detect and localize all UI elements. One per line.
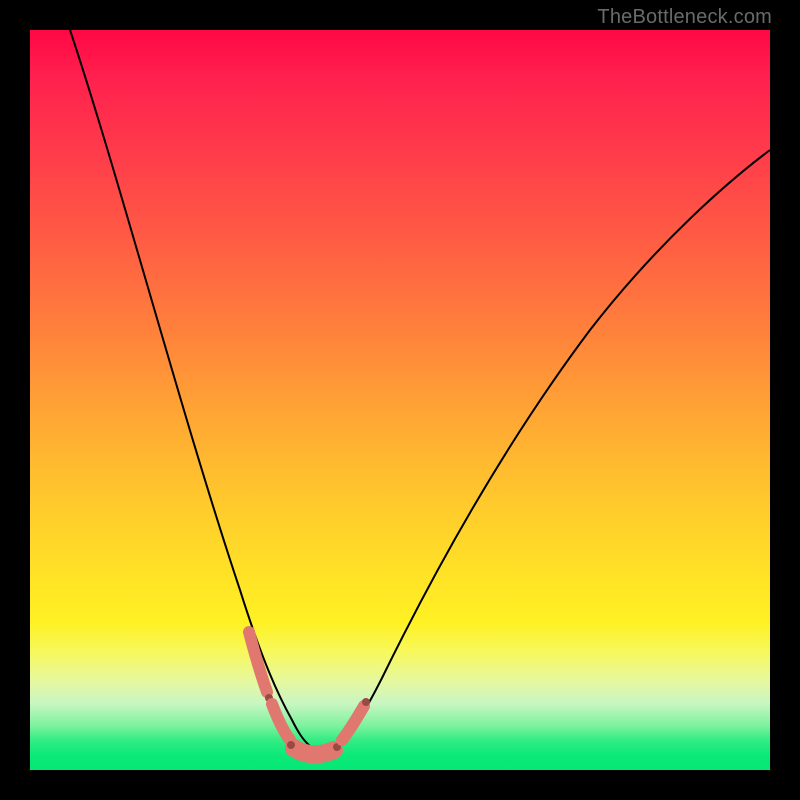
plot-area [30, 30, 770, 770]
bottleneck-curve [30, 30, 770, 770]
highlight-right [342, 706, 364, 740]
highlight-base [294, 748, 334, 754]
highlight-dot-tr [362, 698, 370, 706]
highlight-dot-bl [287, 741, 295, 749]
curve-path [70, 30, 770, 752]
attribution-text: TheBottleneck.com [597, 6, 772, 29]
chart-container: TheBottleneck.com [0, 0, 800, 800]
